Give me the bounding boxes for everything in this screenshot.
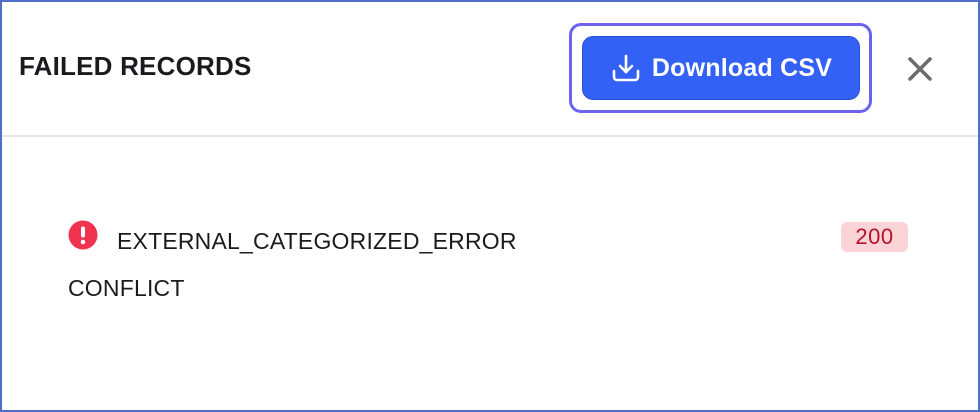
failed-record-row: EXTERNAL_CATEGORIZED_ERROR 200: [66, 218, 910, 258]
download-icon: [612, 54, 640, 82]
error-code: EXTERNAL_CATEGORIZED_ERROR: [117, 228, 517, 254]
failed-records-dialog: FAILED RECORDS Download CSV EXTERNAL_CAT…: [0, 0, 980, 412]
close-button[interactable]: [900, 49, 940, 89]
close-icon: [908, 57, 932, 81]
error-alert-icon: [68, 220, 98, 250]
dialog-title: FAILED RECORDS: [19, 51, 252, 81]
download-csv-label: Download CSV: [651, 53, 833, 82]
dialog-header: FAILED RECORDS Download CSV: [2, 2, 978, 137]
download-csv-button[interactable]: Download CSV: [582, 36, 860, 100]
error-message: CONFLICT: [68, 275, 185, 301]
status-code-badge: 200: [841, 222, 908, 252]
